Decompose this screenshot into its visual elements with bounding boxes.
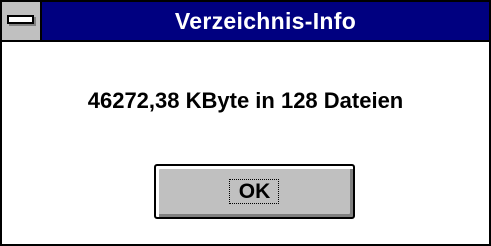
- directory-info-message: 46272,38 KByte in 128 Dateien: [87, 88, 404, 113]
- ok-button-label: OK: [238, 180, 271, 203]
- window-title: Verzeichnis-Info: [174, 8, 357, 34]
- system-menu-icon: [7, 15, 34, 24]
- system-menu-button[interactable]: [2, 2, 42, 40]
- directory-info-dialog: Verzeichnis-Info 46272,38 KByte in 128 D…: [0, 0, 491, 246]
- title-bar[interactable]: Verzeichnis-Info: [2, 2, 489, 42]
- ok-button[interactable]: OK: [154, 164, 355, 219]
